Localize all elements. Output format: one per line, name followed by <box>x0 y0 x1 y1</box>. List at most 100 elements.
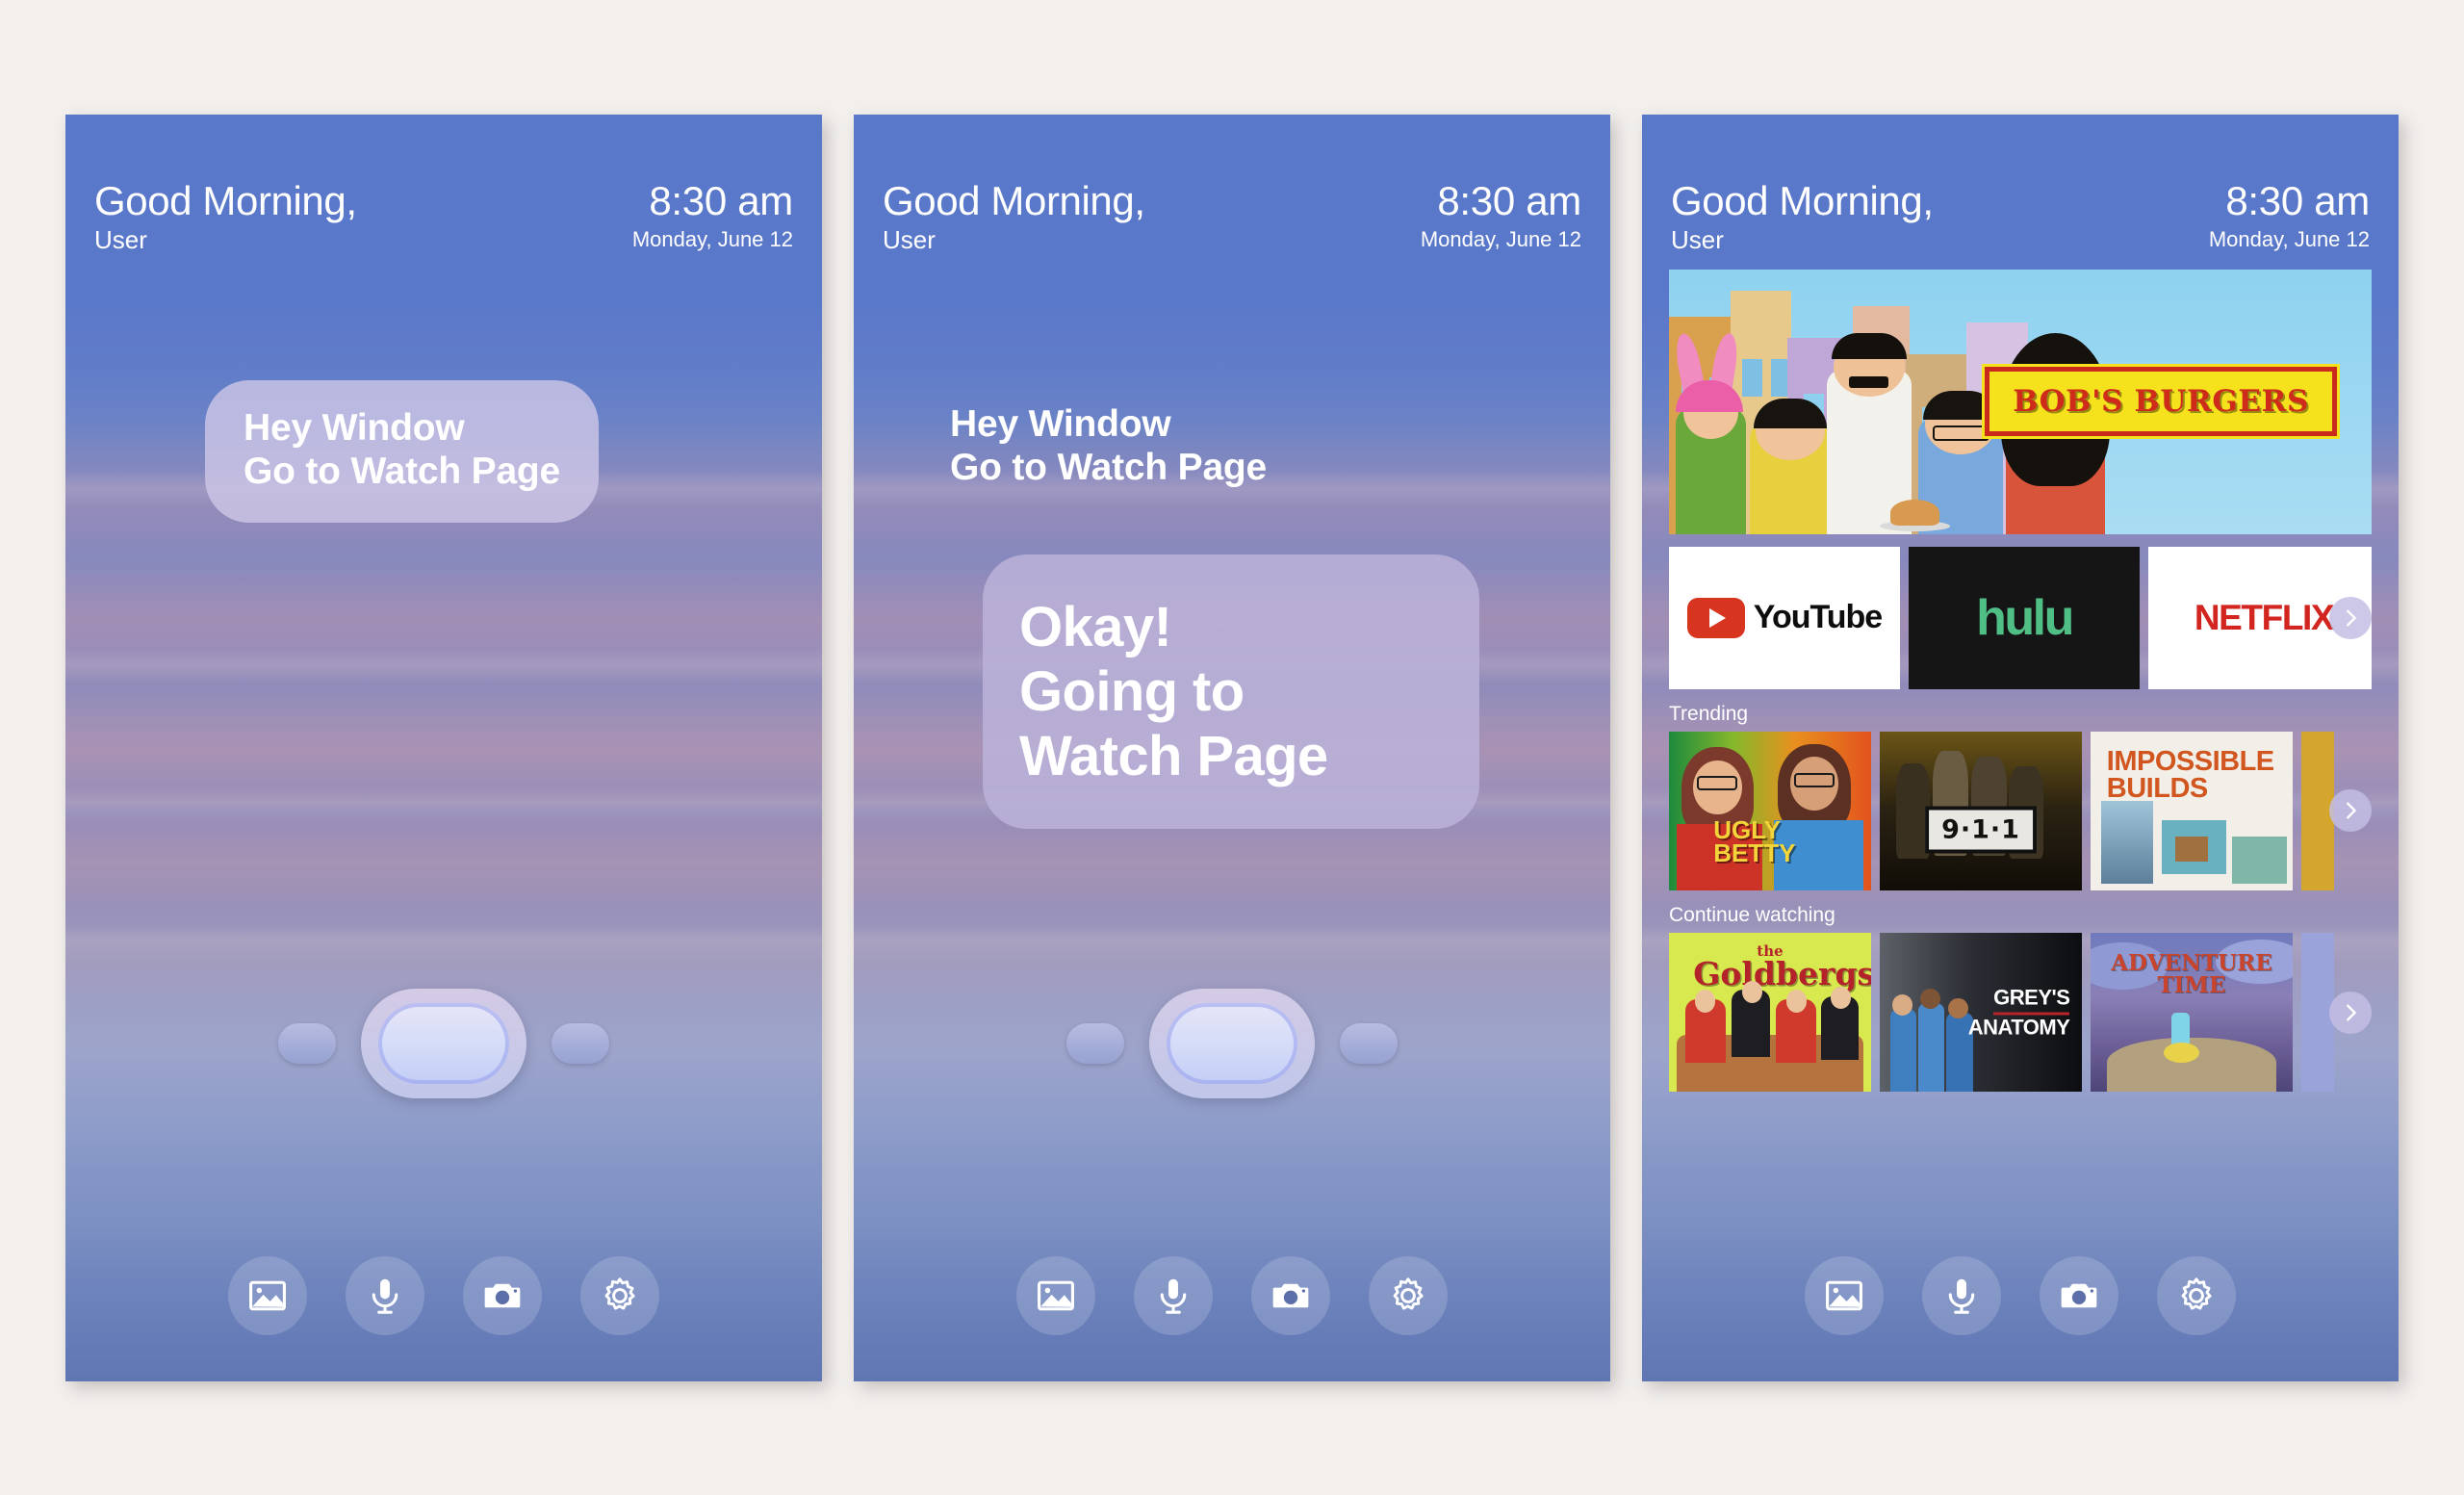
poster-tile-ugly-betty[interactable]: UGLY BETTY <box>1669 731 1871 890</box>
pill-right <box>552 1022 609 1064</box>
greys-anatomy-line-2: ANATOMY <box>1967 1015 2070 1040</box>
bottom-toolbar <box>1642 1255 2399 1381</box>
service-tile-hulu[interactable]: hulu <box>1909 546 2140 689</box>
user-utterance-bubble: Hey Window Go to Watch Page <box>205 379 600 524</box>
poster-tile-impossible-builds[interactable]: IMPOSSIBLE BUILDS <box>2091 731 2293 890</box>
greys-anatomy-line-1: GREY'S <box>1993 985 2070 1016</box>
clock-block: 8:30 am Monday, June 12 <box>632 177 793 254</box>
clock-date: Monday, June 12 <box>1420 227 1581 252</box>
user-utterance-text: Hey Window Go to Watch Page <box>950 402 1267 489</box>
continue-watching-tile-strip[interactable]: the Goldbergs GREY'S ANATOMY ADVENTURE T… <box>1669 933 2372 1093</box>
poster-tile-911[interactable]: 9·1·1 <box>1880 731 2082 890</box>
chevron-right-icon <box>2347 1004 2356 1021</box>
hero-logo-plate: BOB'S BURGERS <box>1985 367 2337 437</box>
reply-line-1: Okay! <box>1019 595 1172 658</box>
camera-icon <box>2061 1283 2097 1307</box>
reply-line-2: Going to <box>1019 659 1245 723</box>
clock-time: 8:30 am <box>649 177 793 223</box>
status-header: Good Morning, User 8:30 am Monday, June … <box>854 115 1610 256</box>
bottom-toolbar <box>65 1255 822 1381</box>
youtube-label: YouTube <box>1753 599 1883 636</box>
youtube-play-icon <box>1686 597 1745 638</box>
settings-button[interactable] <box>1369 1255 1448 1335</box>
camera-button[interactable] <box>2040 1255 2118 1335</box>
services-tile-strip[interactable]: YouTube hulu NETFLIX <box>1669 546 2372 689</box>
hulu-label: hulu <box>1976 589 2074 646</box>
netflix-label: NETFLIX <box>2194 597 2335 637</box>
status-header: Good Morning, User 8:30 am Monday, June … <box>65 115 822 256</box>
pill-center[interactable] <box>361 988 526 1098</box>
settings-button[interactable] <box>580 1255 659 1335</box>
utterance-line-2: Go to Watch Page <box>950 446 1268 488</box>
image-icon <box>249 1280 286 1310</box>
panel-listening: Good Morning, User 8:30 am Monday, June … <box>65 114 822 1381</box>
user-name: User <box>883 225 936 255</box>
adventure-time-line-2: TIME <box>2157 971 2226 998</box>
reply-line-3: Watch Page <box>1019 725 1328 788</box>
microphone-button[interactable] <box>346 1255 424 1335</box>
poster-tile-the-goldbergs[interactable]: the Goldbergs <box>1669 933 1871 1093</box>
911-badge: 9·1·1 <box>1925 806 2037 854</box>
voice-interaction-area: Hey Window Go to Watch Page <box>65 256 822 1256</box>
user-name: User <box>1671 225 1724 255</box>
clock-block: 8:30 am Monday, June 12 <box>2208 177 2370 254</box>
camera-button[interactable] <box>1251 1255 1330 1335</box>
ugly-betty-line-2: BETTY <box>1713 838 1796 867</box>
camera-icon <box>484 1283 521 1307</box>
gallery-button[interactable] <box>1016 1255 1095 1335</box>
trending-tile-strip[interactable]: UGLY BETTY 9·1·1 IMPOSSIBLE BUILDS <box>1669 731 2372 890</box>
screenshot-stage: Good Morning, User 8:30 am Monday, June … <box>0 0 2464 1495</box>
hero-banner-bobs-burgers[interactable]: BOB'S BURGERS <box>1669 269 2372 534</box>
poster-tile-greys-anatomy[interactable]: GREY'S ANATOMY <box>1880 933 2082 1093</box>
row-continue-watching: Continue watching the Goldbergs GREY'S A… <box>1669 903 2372 1093</box>
gallery-button[interactable] <box>228 1255 307 1335</box>
gear-icon <box>604 1276 635 1309</box>
greeting-text: Good Morning, <box>1671 177 1934 223</box>
pill-center-inner <box>378 1002 509 1084</box>
camera-button[interactable] <box>463 1255 542 1335</box>
bottom-toolbar <box>854 1255 1610 1381</box>
row-label-trending: Trending <box>1669 702 1749 725</box>
microphone-button[interactable] <box>1922 1255 2001 1335</box>
clock-block: 8:30 am Monday, June 12 <box>1420 179 1581 254</box>
settings-button[interactable] <box>2157 1255 2236 1335</box>
status-header: Good Morning, User 8:30 am Monday, June … <box>1642 115 2399 256</box>
impossible-builds-line-2: BUILDS <box>2106 772 2208 804</box>
user-name: User <box>94 225 147 255</box>
chevron-right-icon <box>2347 802 2356 819</box>
microphone-icon <box>372 1278 398 1314</box>
utterance-line-1: Hey Window <box>950 402 1171 445</box>
hero-title: BOB'S BURGERS <box>2013 384 2309 420</box>
microphone-icon <box>1160 1278 1187 1314</box>
row-trending: Trending UGLY BETTY 9·1·1 IMPOSSIBLE BUI… <box>1669 702 2372 890</box>
trending-scroll-right-button[interactable] <box>2329 789 2372 833</box>
chevron-right-icon <box>2347 609 2356 627</box>
panel-responding: Good Morning, User 8:30 am Monday, June … <box>854 114 1610 1381</box>
continue-watching-scroll-right-button[interactable] <box>2329 991 2372 1034</box>
watch-page-content: BOB'S BURGERS YouTube hulu NETFLIX Trend… <box>1642 256 2399 1256</box>
goldbergs-line-2: Goldbergs <box>1693 954 1871 992</box>
camera-icon <box>1272 1283 1309 1307</box>
pill-left <box>278 1022 336 1064</box>
services-scroll-right-button[interactable] <box>2329 596 2372 639</box>
greeting-block: Good Morning, User <box>94 179 357 256</box>
assistant-pill-indicator[interactable] <box>854 988 1610 1098</box>
service-tile-youtube[interactable]: YouTube <box>1669 546 1900 689</box>
pill-right <box>1340 1022 1398 1064</box>
assistant-pill-indicator[interactable] <box>65 988 822 1098</box>
microphone-icon <box>1948 1278 1975 1314</box>
poster-tile-adventure-time[interactable]: ADVENTURE TIME <box>2091 933 2293 1093</box>
greeting-block: Good Morning, User <box>1671 177 1934 256</box>
row-label-continue-watching: Continue watching <box>1669 903 1835 926</box>
greeting-block: Good Morning, User <box>883 179 1145 256</box>
clock-date: Monday, June 12 <box>2208 227 2370 252</box>
pill-center-inner <box>1167 1002 1297 1084</box>
pill-center[interactable] <box>1149 988 1315 1098</box>
clock-time: 8:30 am <box>2225 177 2370 223</box>
pill-left <box>1066 1022 1124 1064</box>
gallery-button[interactable] <box>1805 1255 1884 1335</box>
utterance-line-2: Go to Watch Page <box>244 450 561 492</box>
911-label: 9·1·1 <box>1941 814 2020 845</box>
microphone-button[interactable] <box>1134 1255 1213 1335</box>
assistant-reply-card: Okay! Going to Watch Page <box>983 554 1479 830</box>
